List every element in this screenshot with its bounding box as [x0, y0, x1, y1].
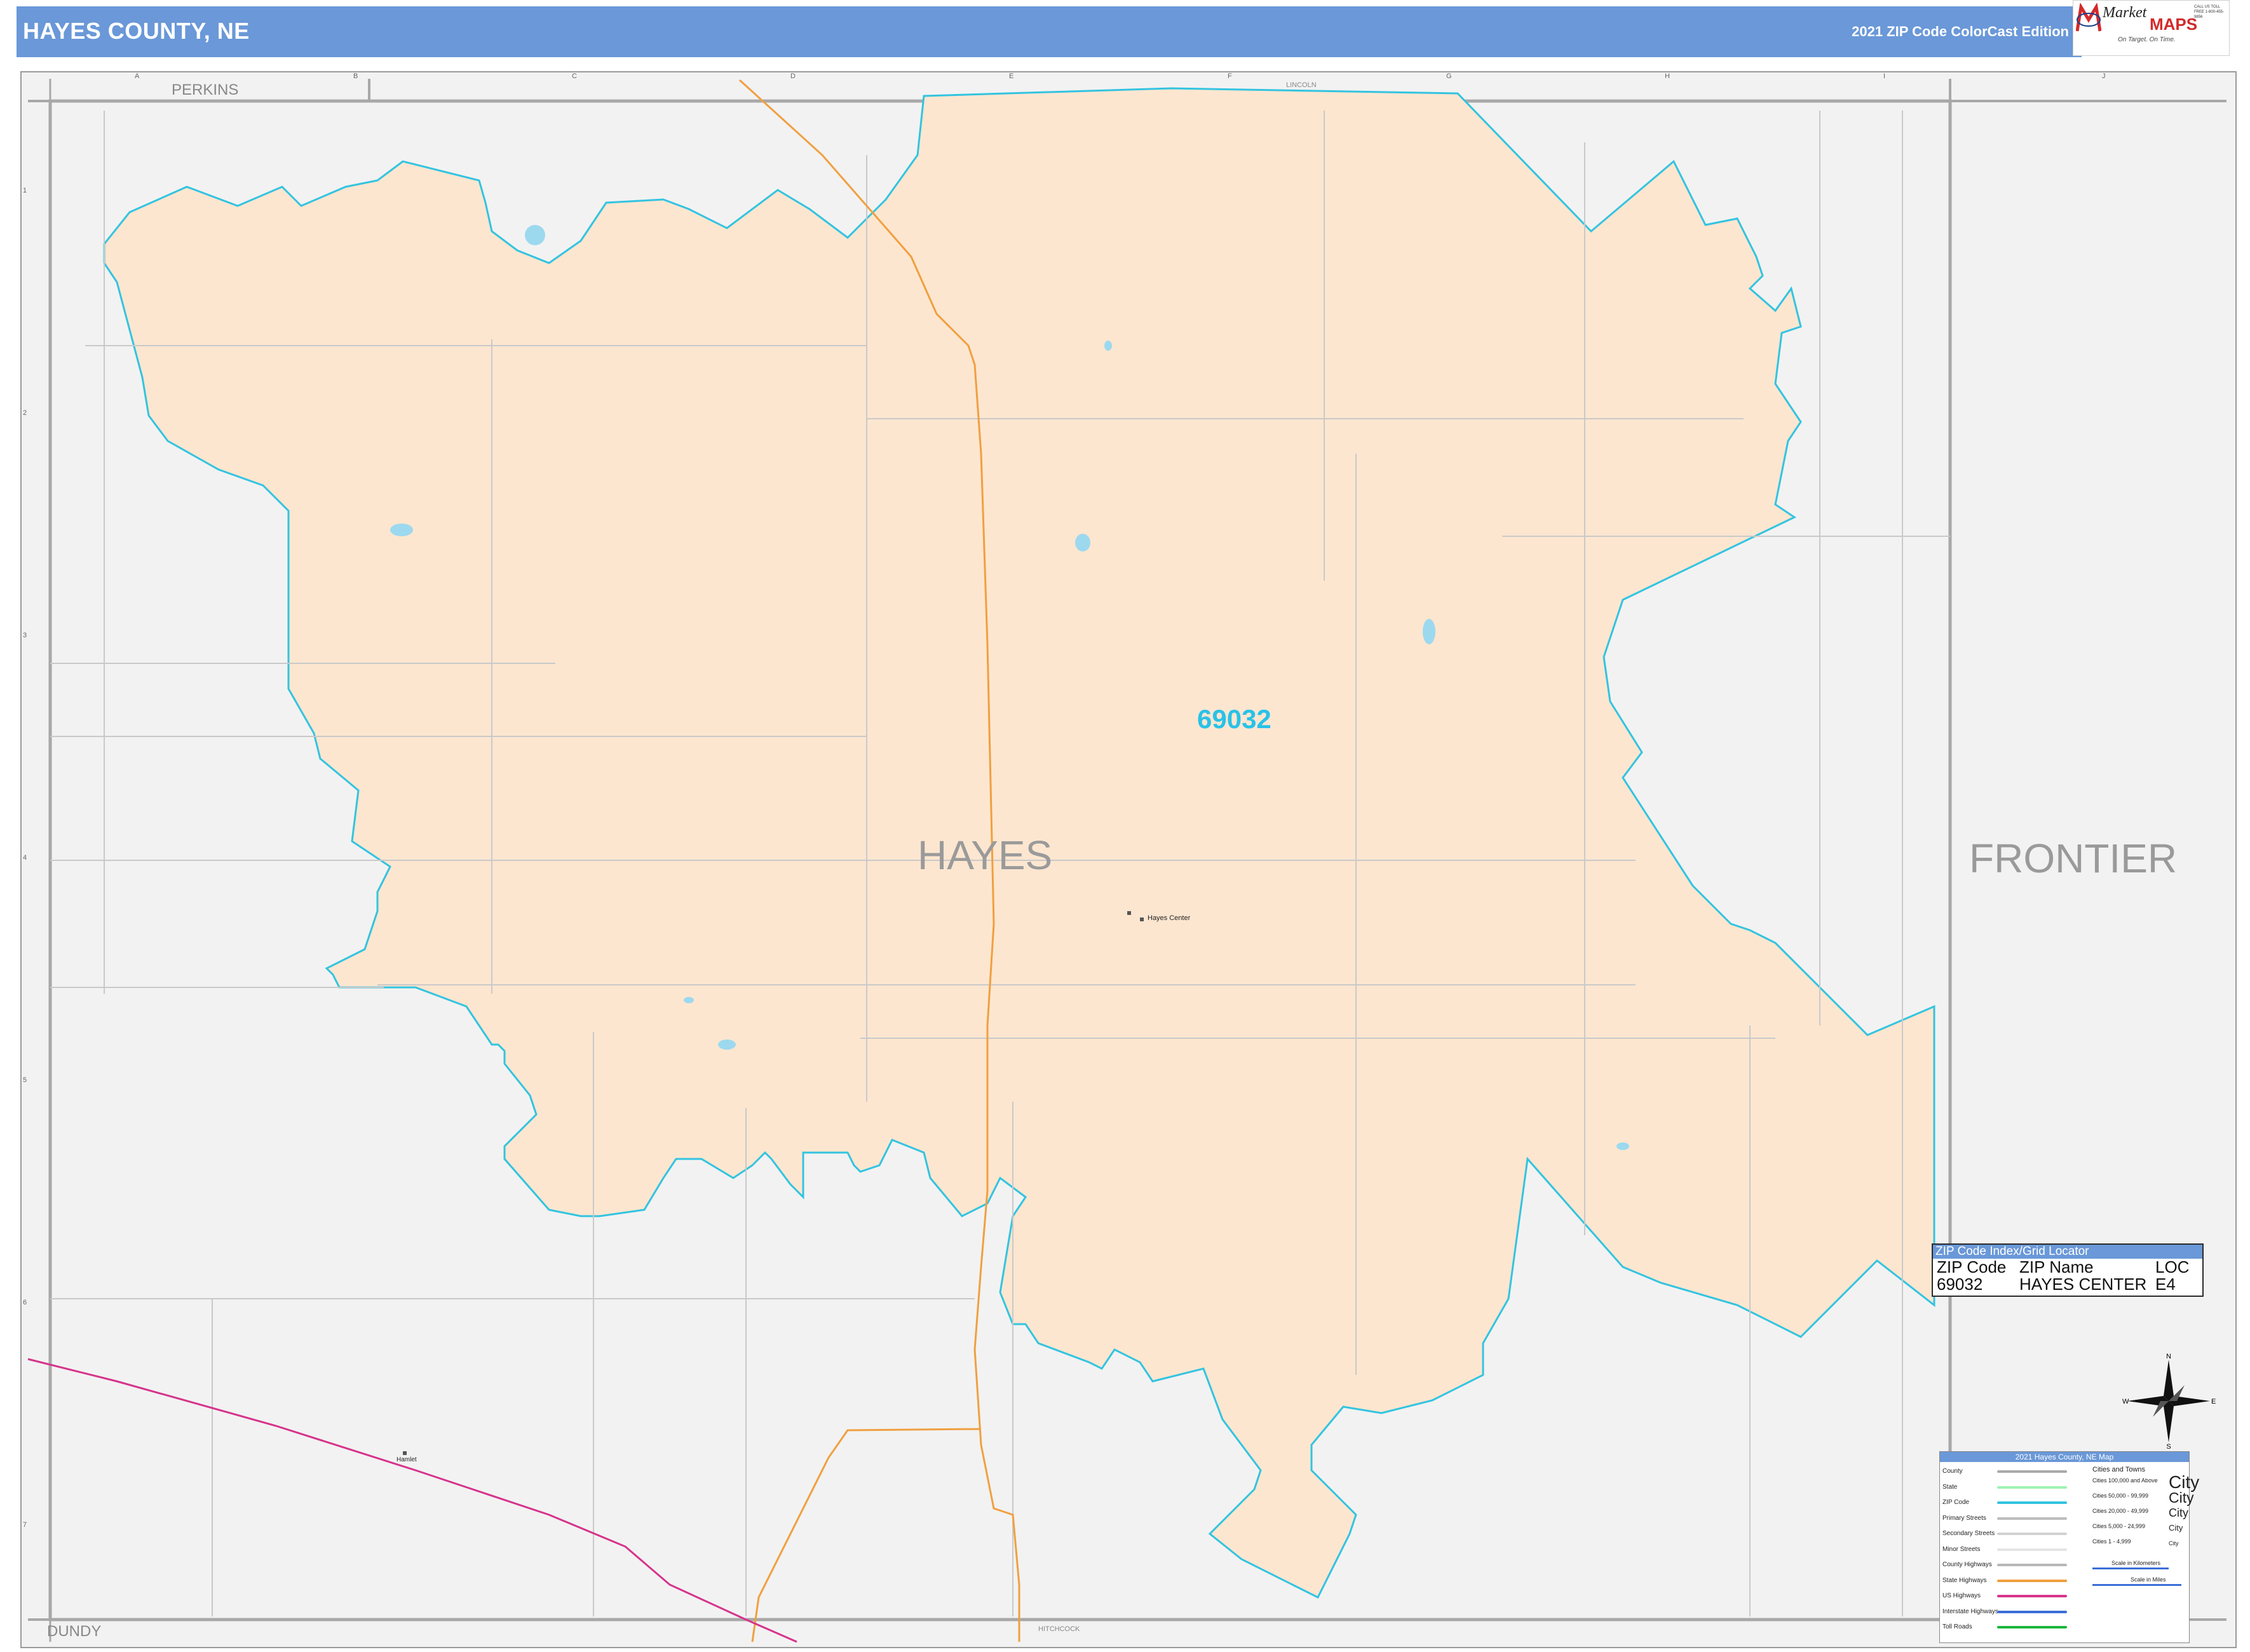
zip-index-box: ZIP Code Index/Grid Locator ZIP Code ZIP…: [1932, 1243, 2204, 1297]
grid-col-d: D: [790, 72, 796, 80]
legend-item: US Highways: [1942, 1592, 1981, 1599]
zip-index-name: HAYES CENTER: [2019, 1275, 2147, 1294]
legend-scale-mi: Scale in Miles: [2131, 1576, 2166, 1583]
grid-col-e: E: [1009, 72, 1014, 80]
grid-col-i: I: [1883, 72, 1886, 80]
legend-city-class: Cities 20,000 - 49,999: [2092, 1508, 2149, 1514]
legend-swatch: [1997, 1626, 2067, 1628]
market-maps-logo[interactable]: Market MAPS On Target. On Time. CALL US …: [2073, 0, 2230, 56]
legend-swatch: [1997, 1533, 2067, 1535]
county-label-lincoln: LINCOLN: [1286, 81, 1317, 89]
logo-tagline: On Target. On Time.: [2118, 36, 2176, 43]
legend-city-sample: City: [2169, 1540, 2179, 1547]
legend-item: State: [1942, 1483, 1958, 1491]
county-label-hitchcock: HITCHCOCK: [1038, 1625, 1080, 1633]
grid-left: 1 2 3 4 5 6 7: [23, 72, 32, 1647]
legend-item: County Highways: [1942, 1561, 1992, 1568]
grid-col-f: F: [1228, 72, 1232, 80]
legend-swatch: [1997, 1564, 2067, 1566]
legend-item: State Highways: [1942, 1576, 1987, 1584]
legend-cities-title: Cities and Towns: [2092, 1466, 2145, 1473]
county-label-frontier: FRONTIER: [1969, 836, 2178, 881]
edition-label: 2021 ZIP Code ColorCast Edition: [1852, 24, 2069, 39]
zip-label-69032[interactable]: 69032: [1197, 704, 1271, 735]
grid-row-4: 4: [23, 854, 27, 862]
legend-item: Interstate Highways: [1942, 1608, 1998, 1615]
grid-top: A B C D E F G H I J: [22, 72, 2235, 81]
county-label-perkins: PERKINS: [172, 81, 239, 98]
legend-city-class: Cities 1 - 4,999: [2092, 1538, 2131, 1545]
logo-contact: CALL US TOLL FREE 1-800-455-9856: [2194, 5, 2225, 19]
grid-col-h: H: [1665, 72, 1670, 80]
zip-index-header-loc: LOC: [2155, 1257, 2190, 1276]
zip-index-title: ZIP Code Index/Grid Locator: [1933, 1245, 2202, 1259]
legend-swatch: [1997, 1470, 2067, 1473]
town-label-hamlet[interactable]: Hamlet: [396, 1456, 417, 1463]
legend-swatch: [1997, 1610, 2067, 1613]
map-frame: A B C D E F G H I J 1 2 3 4 5 6 7 HAYES …: [20, 71, 2237, 1648]
legend-item: Toll Roads: [1942, 1623, 1972, 1630]
zip-index-code: 69032: [1937, 1275, 1983, 1294]
legend-scale-mi-bar: [2092, 1584, 2181, 1586]
legend-swatch: [1997, 1501, 2067, 1504]
compass-n: N: [2166, 1353, 2171, 1360]
compass-s: S: [2166, 1443, 2171, 1449]
compass-rose-icon: N S W E: [2122, 1353, 2216, 1449]
grid-col-j: J: [2102, 72, 2106, 80]
legend-swatch: [1997, 1579, 2067, 1582]
grid-row-1: 1: [23, 187, 27, 194]
compass-w: W: [2122, 1398, 2129, 1405]
grid-row-2: 2: [23, 409, 27, 417]
zip-index-loc: E4: [2155, 1275, 2176, 1294]
legend-swatch: [1997, 1595, 2067, 1597]
grid-row-5: 5: [23, 1076, 27, 1084]
zip-index-header-row: ZIP Code ZIP Name LOC: [1933, 1259, 2202, 1276]
legend-city-class: Cities 50,000 - 99,999: [2092, 1493, 2149, 1499]
legend-item: ZIP Code: [1942, 1499, 1970, 1506]
legend-scale-km-bar: [2092, 1567, 2169, 1569]
zip-index-header-code: ZIP Code: [1937, 1257, 2007, 1276]
zip-index-row[interactable]: 69032 HAYES CENTER E4: [1933, 1276, 2202, 1293]
grid-col-g: G: [1446, 72, 1452, 80]
legend-city-class: Cities 5,000 - 24,999: [2092, 1523, 2146, 1529]
legend-city-class: Cities 100,000 and Above: [2092, 1477, 2158, 1484]
legend-item: Minor Streets: [1942, 1545, 1981, 1553]
title-bar: HAYES COUNTY, NE 2021 ZIP Code ColorCast…: [17, 6, 2082, 57]
compass-e: E: [2211, 1398, 2216, 1405]
legend-swatch: [1997, 1548, 2067, 1551]
map-legend: 2021 Hayes County, NE Map County State ZIP…: [1939, 1451, 2199, 1643]
map-title: HAYES COUNTY, NE: [23, 18, 250, 44]
county-label-hayes: HAYES: [918, 832, 1053, 878]
legend-item: Secondary Streets: [1942, 1530, 1995, 1537]
logo-market-text: Market: [2103, 4, 2147, 21]
legend-item: County: [1942, 1468, 1963, 1475]
county-label-dundy: DUNDY: [47, 1623, 102, 1640]
zip-index-header-name: ZIP Name: [2019, 1257, 2094, 1276]
legend-title: 2021 Hayes County, NE Map: [1940, 1452, 2189, 1462]
grid-row-3: 3: [23, 632, 27, 639]
legend-swatch: [1997, 1517, 2067, 1520]
legend-swatch: [1997, 1486, 2067, 1489]
grid-row-6: 6: [23, 1299, 27, 1306]
grid-col-c: C: [572, 72, 577, 80]
grid-col-a: A: [135, 72, 140, 80]
grid-col-b: B: [353, 72, 358, 80]
grid-row-7: 7: [23, 1521, 27, 1529]
logo-maps-text: MAPS: [2150, 15, 2198, 34]
town-label-hayes-center[interactable]: Hayes Center: [1148, 914, 1190, 922]
legend-scale-km: Scale in Kilometers: [2111, 1560, 2161, 1566]
legend-item: Primary Streets: [1942, 1514, 1986, 1522]
county-map[interactable]: [22, 72, 2235, 1647]
logo-m-icon: [2076, 3, 2101, 32]
